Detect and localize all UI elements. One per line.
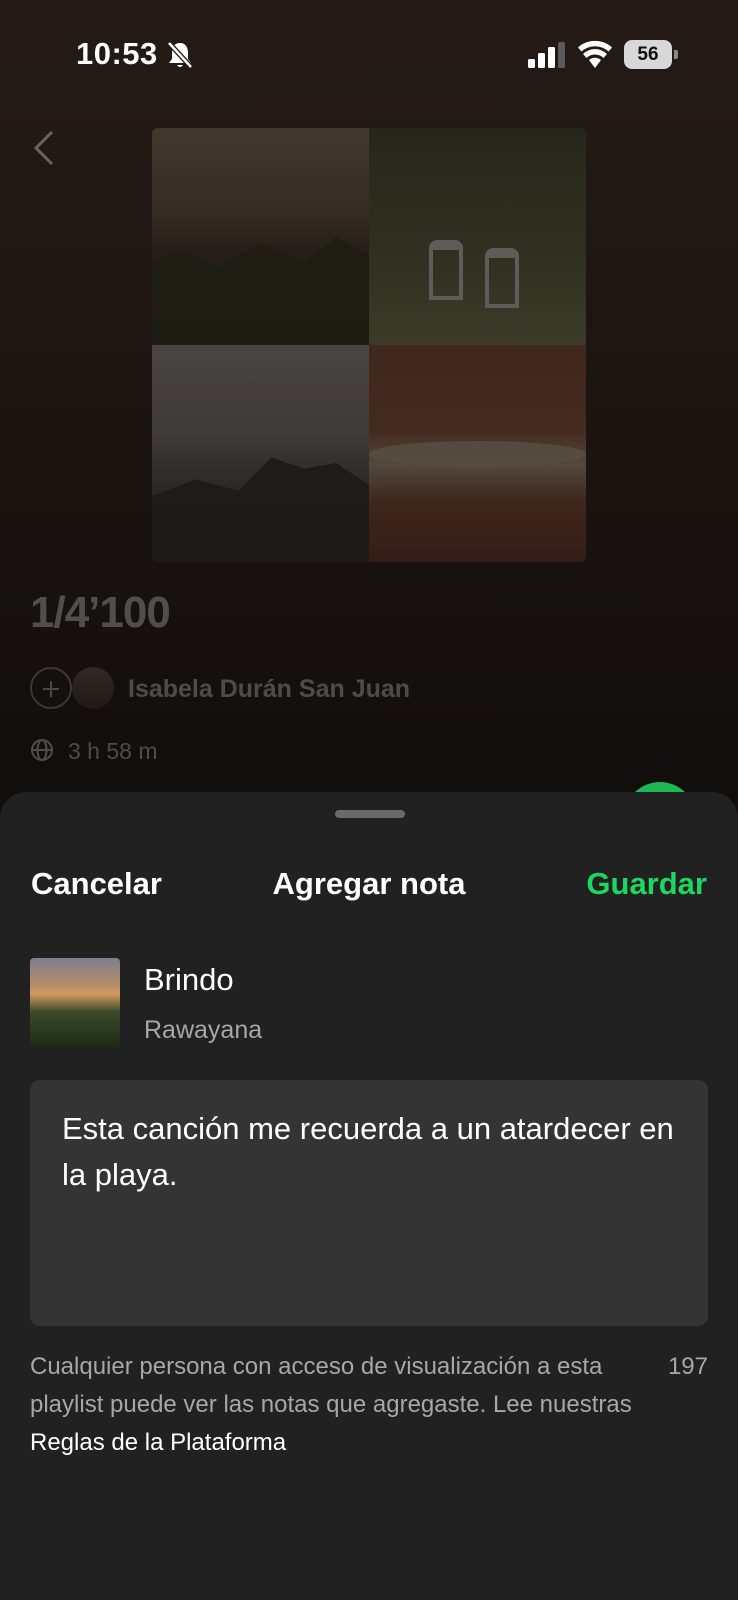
chevron-left-icon[interactable] (32, 128, 56, 168)
cover-ridge (152, 457, 369, 562)
playlist-title: 1/4’100 (30, 588, 171, 637)
cover-tile-beach (369, 345, 586, 562)
playlist-duration: 3 h 58 m (68, 738, 158, 764)
cover-tile-chairs (369, 128, 586, 345)
cover-chair (429, 240, 463, 300)
note-input[interactable]: Esta canción me recuerda a un atardecer … (30, 1080, 708, 1326)
track-artwork (30, 958, 120, 1048)
platform-rules-link[interactable]: Reglas de la Plataforma (30, 1429, 286, 1456)
playlist-cover (152, 128, 586, 562)
track-title: Brindo (144, 962, 234, 997)
owner-name[interactable]: Isabela Durán San Juan (128, 675, 410, 704)
track-artist: Rawayana (144, 1016, 263, 1044)
char-counter: 197 (667, 1353, 708, 1380)
disclaimer-text: Cualquier persona con acceso de visualiz… (30, 1353, 632, 1418)
sheet-drag-handle[interactable] (335, 810, 405, 818)
cover-tile-sunset (152, 128, 369, 345)
add-collaborator-icon[interactable] (30, 667, 72, 709)
visibility-disclaimer: Cualquier persona con acceso de visualiz… (30, 1348, 640, 1462)
cover-tile-mountain (152, 345, 369, 562)
globe-icon (31, 739, 53, 761)
cover-chair (485, 248, 519, 308)
cover-hill (152, 237, 369, 345)
screen: 10:53 56 1/4’100 Isabela Durán San Juan … (0, 0, 738, 1600)
add-note-sheet: Cancelar Agregar nota Guardar Brindo Raw… (0, 792, 738, 1600)
playlist-background: 1/4’100 Isabela Durán San Juan 3 h 58 m (0, 0, 738, 800)
save-button[interactable]: Guardar (586, 866, 707, 902)
avatar[interactable] (72, 667, 114, 709)
cover-wave (369, 441, 586, 467)
